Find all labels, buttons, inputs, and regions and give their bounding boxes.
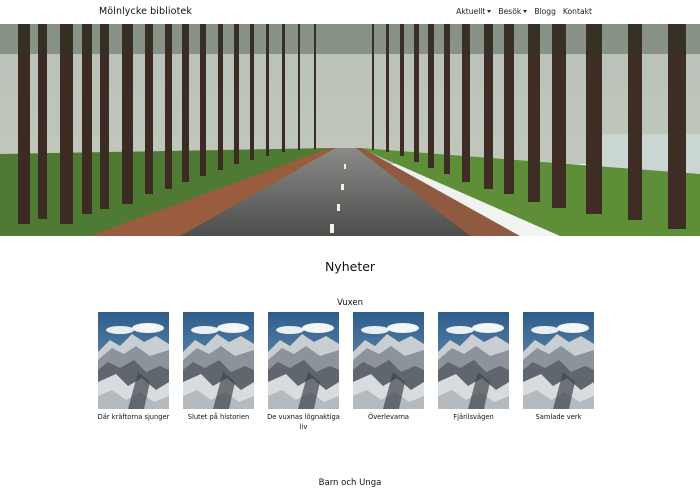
- book-card[interactable]: De vuxnas lögnaktiga liv: [267, 312, 340, 432]
- nav-item-kontakt[interactable]: Kontakt: [563, 7, 592, 16]
- nav-item-besok[interactable]: Besök: [498, 7, 528, 16]
- kids-heading: Barn och Unga: [318, 478, 382, 488]
- book-title[interactable]: Fjärilsvägen: [435, 413, 513, 423]
- adult-books-list: Där kräftorna sjunger Slutet på historie…: [98, 312, 594, 432]
- adults-heading: Vuxen: [336, 298, 363, 308]
- book-card[interactable]: Slutet på historien: [183, 312, 254, 432]
- nav-label: Besök: [498, 7, 522, 16]
- book-title[interactable]: Samlade verk: [520, 413, 598, 423]
- nav-label: Blogg: [534, 7, 556, 16]
- nav-item-blogg[interactable]: Blogg: [534, 7, 556, 16]
- book-title[interactable]: Överlevarna: [350, 413, 428, 423]
- book-cover[interactable]: [183, 312, 254, 409]
- site-brand[interactable]: Mölnlycke bibliotek: [99, 6, 192, 17]
- book-card[interactable]: Fjärilsvägen: [438, 312, 509, 432]
- caret-down-icon: [523, 10, 528, 13]
- nav-label: Aktuellt: [456, 7, 486, 16]
- book-cover[interactable]: [438, 312, 509, 409]
- hero-image: [0, 24, 700, 236]
- book-title[interactable]: De vuxnas lögnaktiga liv: [265, 413, 343, 432]
- nav-item-aktuellt[interactable]: Aktuellt: [456, 7, 492, 16]
- news-heading: Nyheter: [324, 259, 376, 274]
- main-nav: Aktuellt Besök Blogg Kontakt: [456, 7, 592, 16]
- top-navbar: Mölnlycke bibliotek Aktuellt Besök Blogg…: [0, 0, 700, 24]
- nav-label: Kontakt: [562, 7, 592, 16]
- book-cover[interactable]: [353, 312, 424, 409]
- book-card[interactable]: Samlade verk: [523, 312, 594, 432]
- book-title[interactable]: Slutet på historien: [180, 413, 258, 423]
- book-cover[interactable]: [98, 312, 169, 409]
- book-card[interactable]: Där kräftorna sjunger: [98, 312, 169, 432]
- book-cover[interactable]: [523, 312, 594, 409]
- book-cover[interactable]: [268, 312, 339, 409]
- book-card[interactable]: Överlevarna: [353, 312, 424, 432]
- caret-down-icon: [487, 10, 492, 13]
- book-title[interactable]: Där kräftorna sjunger: [95, 413, 173, 423]
